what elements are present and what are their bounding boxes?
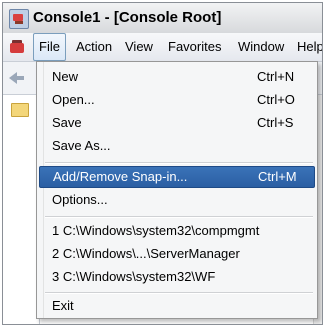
menu-favorites[interactable]: Favorites — [163, 33, 226, 61]
menu-item-open[interactable]: Open... Ctrl+O — [39, 89, 315, 111]
menu-separator — [45, 292, 313, 294]
title-bar[interactable]: Console1 - [Console Root] — [3, 3, 322, 34]
menu-item-recent-3[interactable]: 3 C:\Windows\system32\WF — [39, 266, 315, 288]
menu-separator — [45, 162, 313, 164]
menu-bar: File Action View Favorites Window Help — [3, 33, 322, 62]
window-title: Console1 - [Console Root] — [33, 9, 222, 26]
menu-window[interactable]: Window — [233, 33, 289, 61]
mmc-window: Console1 - [Console Root] File Action Vi… — [2, 2, 323, 325]
folder-icon[interactable] — [11, 103, 29, 117]
console-document-icon[interactable] — [9, 39, 25, 55]
menu-item-recent-2[interactable]: 2 C:\Windows\...\ServerManager — [39, 243, 315, 265]
menu-item-options[interactable]: Options... — [39, 189, 315, 211]
menu-action[interactable]: Action — [71, 33, 117, 61]
menu-item-save-as[interactable]: Save As... — [39, 135, 315, 157]
back-arrow-icon[interactable] — [9, 70, 25, 86]
console-tree-pane[interactable] — [3, 95, 40, 324]
mmc-console-icon[interactable] — [9, 9, 29, 29]
file-menu-dropdown: New Ctrl+N Open... Ctrl+O Save Ctrl+S Sa… — [36, 61, 318, 319]
menu-item-recent-1[interactable]: 1 C:\Windows\system32\compmgmt — [39, 220, 315, 242]
menu-item-add-remove-snap-in[interactable]: Add/Remove Snap-in... Ctrl+M — [39, 166, 315, 188]
menu-item-exit[interactable]: Exit — [39, 295, 315, 317]
menu-separator — [45, 216, 313, 218]
menu-item-new[interactable]: New Ctrl+N — [39, 66, 315, 88]
menu-help[interactable]: Help — [292, 33, 322, 61]
menu-file[interactable]: File — [33, 33, 66, 61]
menu-view[interactable]: View — [120, 33, 158, 61]
menu-item-save[interactable]: Save Ctrl+S — [39, 112, 315, 134]
